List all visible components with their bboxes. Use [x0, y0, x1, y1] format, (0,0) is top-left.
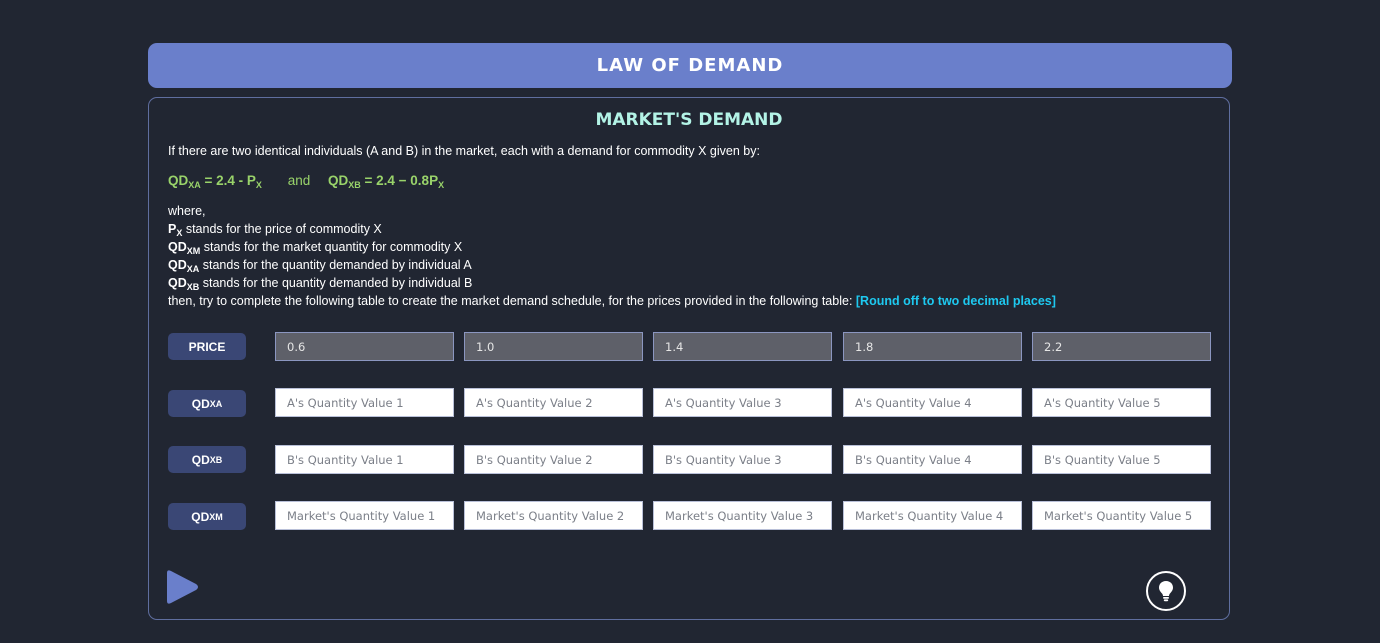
qdxa-input-1[interactable]: A's Quantity Value 1 [275, 388, 454, 417]
qdxm-input-1[interactable]: Market's Quantity Value 1 [275, 501, 454, 530]
qdxm-input-5[interactable]: Market's Quantity Value 5 [1032, 501, 1211, 530]
qdxb-input-1[interactable]: B's Quantity Value 1 [275, 445, 454, 474]
qdxm-input-3[interactable]: Market's Quantity Value 3 [653, 501, 832, 530]
qdxb-input-3[interactable]: B's Quantity Value 3 [653, 445, 832, 474]
qdxb-input-5[interactable]: B's Quantity Value 5 [1032, 445, 1211, 474]
qdxa-row-label: QD XA [168, 390, 246, 417]
price-cell-5: 2.2 [1032, 332, 1211, 361]
qdxa-input-4[interactable]: A's Quantity Value 4 [843, 388, 1022, 417]
price-cell-3: 1.4 [653, 332, 832, 361]
rounding-hint: [Round off to two decimal places] [855, 294, 1056, 308]
qdxb-input-4[interactable]: B's Quantity Value 4 [843, 445, 1022, 474]
play-button[interactable] [163, 567, 201, 607]
definition-item: QDXB stands for the quantity demanded by… [168, 276, 473, 292]
lightbulb-icon [1159, 581, 1173, 602]
qdxa-input-3[interactable]: A's Quantity Value 3 [653, 388, 832, 417]
equation-a: QDXA = 2.4 - PX [168, 173, 262, 190]
price-cell-2: 1.0 [464, 332, 643, 361]
price-cell-4: 1.8 [843, 332, 1022, 361]
section-title: MARKET'S DEMAND [595, 110, 783, 130]
qdxm-input-2[interactable]: Market's Quantity Value 2 [464, 501, 643, 530]
demand-equations: QDXA = 2.4 - PX and QDXB = 2.4 − 0.8PX [168, 173, 445, 190]
intro-text: If there are two identical individuals (… [168, 144, 760, 158]
definition-item: PX stands for the price of commodity X [168, 222, 382, 238]
instruction-text: then, try to complete the following tabl… [168, 294, 1056, 308]
hint-button[interactable] [1146, 571, 1186, 611]
definitions: where, PX stands for the price of commod… [168, 202, 1056, 310]
where-label: where, [168, 204, 206, 218]
market-demand-card: MARKET'S DEMAND If there are two identic… [148, 97, 1230, 620]
definition-item: QDXA stands for the quantity demanded by… [168, 258, 472, 274]
qdxm-row-label: QD XM [168, 503, 246, 530]
page-title: LAW OF DEMAND [596, 55, 784, 76]
qdxa-input-2[interactable]: A's Quantity Value 2 [464, 388, 643, 417]
play-icon [167, 570, 198, 604]
header-bar: LAW OF DEMAND [148, 43, 1232, 88]
equation-joiner: and [287, 173, 311, 188]
qdxb-row-label: QD XB [168, 446, 246, 473]
price-row-label: PRICE [168, 333, 246, 360]
price-cell-1: 0.6 [275, 332, 454, 361]
qdxa-input-5[interactable]: A's Quantity Value 5 [1032, 388, 1211, 417]
qdxb-input-2[interactable]: B's Quantity Value 2 [464, 445, 643, 474]
equation-b: QDXB = 2.4 − 0.8PX [328, 173, 445, 190]
qdxm-input-4[interactable]: Market's Quantity Value 4 [843, 501, 1022, 530]
definition-item: QDXM stands for the market quantity for … [168, 240, 463, 256]
